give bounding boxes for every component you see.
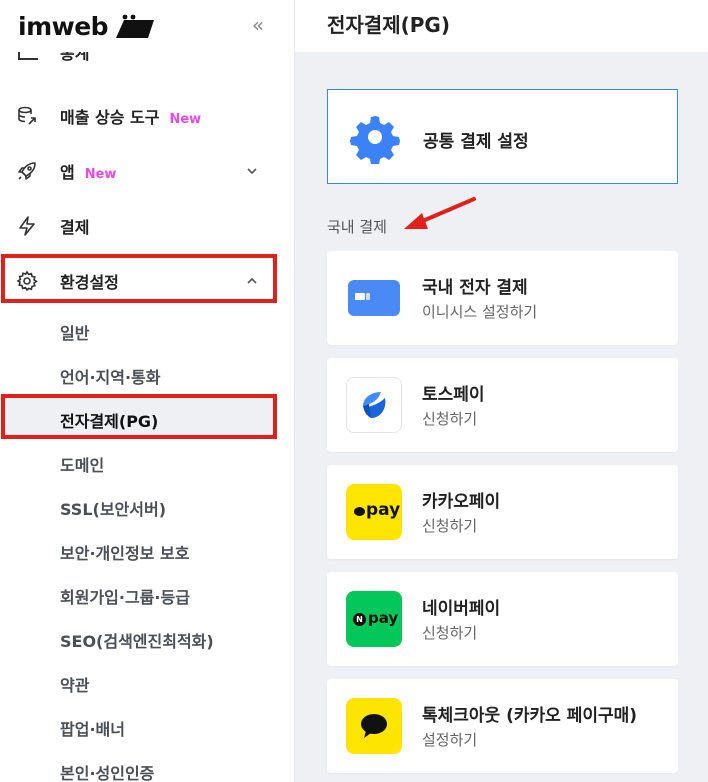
sub-item-identity-verification[interactable]: 본인·성인인증 (60, 760, 154, 782)
sidebar-item-sales-tools[interactable]: 매출 상승 도구 New (0, 94, 280, 138)
naverpay-logo-text: pay (368, 609, 399, 627)
common-payment-settings-label: 공통 결제 설정 (423, 132, 529, 152)
card-icon (346, 270, 402, 326)
naver-n-icon: N (353, 613, 366, 626)
new-badge: New (84, 167, 117, 182)
speech-bubble-icon (354, 507, 365, 516)
sub-item-seo[interactable]: SEO(검색엔진최적화) (60, 628, 214, 652)
sub-item-domain[interactable]: 도메인 (60, 452, 104, 476)
pg-card-domestic-pg[interactable]: 국내 전자 결제 이니시스 설정하기 (327, 251, 678, 345)
sub-item-security-privacy[interactable]: 보안·개인정보 보호 (60, 540, 189, 564)
collapse-sidebar-button[interactable]: « (246, 14, 270, 38)
logo-mark-icon (116, 14, 155, 38)
annotation-highlight-settings (1, 254, 277, 303)
pg-card-name: 카카오페이 (422, 492, 501, 512)
pg-card-tosspay[interactable]: 토스페이 신청하기 (327, 358, 678, 452)
pg-card-name: 네이버페이 (422, 599, 501, 619)
logo-text: imweb (18, 12, 109, 41)
main-header: 전자결제(PG) (295, 0, 708, 52)
sub-item-language-region[interactable]: 언어·지역·통화 (60, 364, 160, 388)
section-label-domestic: 국내 결제 (327, 218, 387, 236)
naverpay-logo-icon: N pay (346, 591, 402, 647)
kakaopay-logo-icon: pay (346, 484, 402, 540)
sidebar-item-label: 매출 상승 도구 New (60, 108, 202, 127)
pg-card-action: 신청하기 (422, 517, 478, 535)
page-title: 전자결제(PG) (327, 13, 450, 37)
common-payment-settings-card[interactable]: 공통 결제 설정 (327, 89, 678, 184)
annotation-highlight-pg (1, 394, 277, 439)
pg-card-action: 설정하기 (422, 731, 478, 749)
toss-logo-icon (346, 377, 402, 433)
sidebar-item-stats-partial[interactable]: 통계 (18, 52, 218, 74)
imweb-logo[interactable]: imweb (18, 12, 158, 41)
pg-card-name: 국내 전자 결제 (422, 278, 528, 298)
stats-icon (18, 52, 38, 60)
rocket-icon (16, 160, 38, 182)
sub-item-general[interactable]: 일반 (60, 320, 89, 344)
sidebar-item-payment[interactable]: 결제 (0, 204, 280, 248)
pg-card-kakaopay[interactable]: pay 카카오페이 신청하기 (327, 465, 678, 559)
pg-card-talk-checkout[interactable]: 톡체크아웃 (카카오 페이구매) 설정하기 (327, 679, 678, 773)
annotation-arrow-icon (404, 197, 476, 229)
sub-item-terms[interactable]: 약관 (60, 672, 89, 696)
sidebar-item-label: 결제 (60, 218, 90, 237)
main-content: 전자결제(PG) 공통 결제 설정 국내 결제 국내 전자 결제 이니시스 설정… (295, 0, 708, 782)
pg-card-action: 신청하기 (422, 624, 478, 642)
chevron-down-icon[interactable] (244, 163, 260, 179)
sidebar-item-label: 앱 New (60, 163, 117, 182)
logo-row: imweb « (0, 0, 294, 52)
sales-growth-icon (16, 105, 38, 127)
pg-card-action: 이니시스 설정하기 (422, 303, 538, 321)
sidebar-item-label: 통계 (60, 52, 90, 63)
pg-card-name: 톡체크아웃 (카카오 페이구매) (422, 706, 638, 726)
talk-bubble-icon (346, 698, 402, 754)
sub-item-popup-banner[interactable]: 팝업·배너 (60, 716, 125, 740)
sidebar: imweb « 통계 매출 상승 도구 New 앱 New 결제 환경설정 일반… (0, 0, 295, 782)
pg-card-name: 토스페이 (422, 385, 485, 405)
lightning-icon (16, 215, 38, 237)
sidebar-item-apps[interactable]: 앱 New (0, 149, 280, 193)
pg-card-naverpay[interactable]: N pay 네이버페이 신청하기 (327, 572, 678, 666)
new-badge: New (169, 112, 202, 127)
sub-item-ssl[interactable]: SSL(보안서버) (60, 496, 166, 520)
pg-card-action: 신청하기 (422, 410, 478, 428)
gear-icon (350, 116, 400, 164)
sub-item-membership[interactable]: 회원가입·그룹·등급 (60, 584, 190, 608)
kakaopay-logo-text: pay (366, 500, 401, 520)
